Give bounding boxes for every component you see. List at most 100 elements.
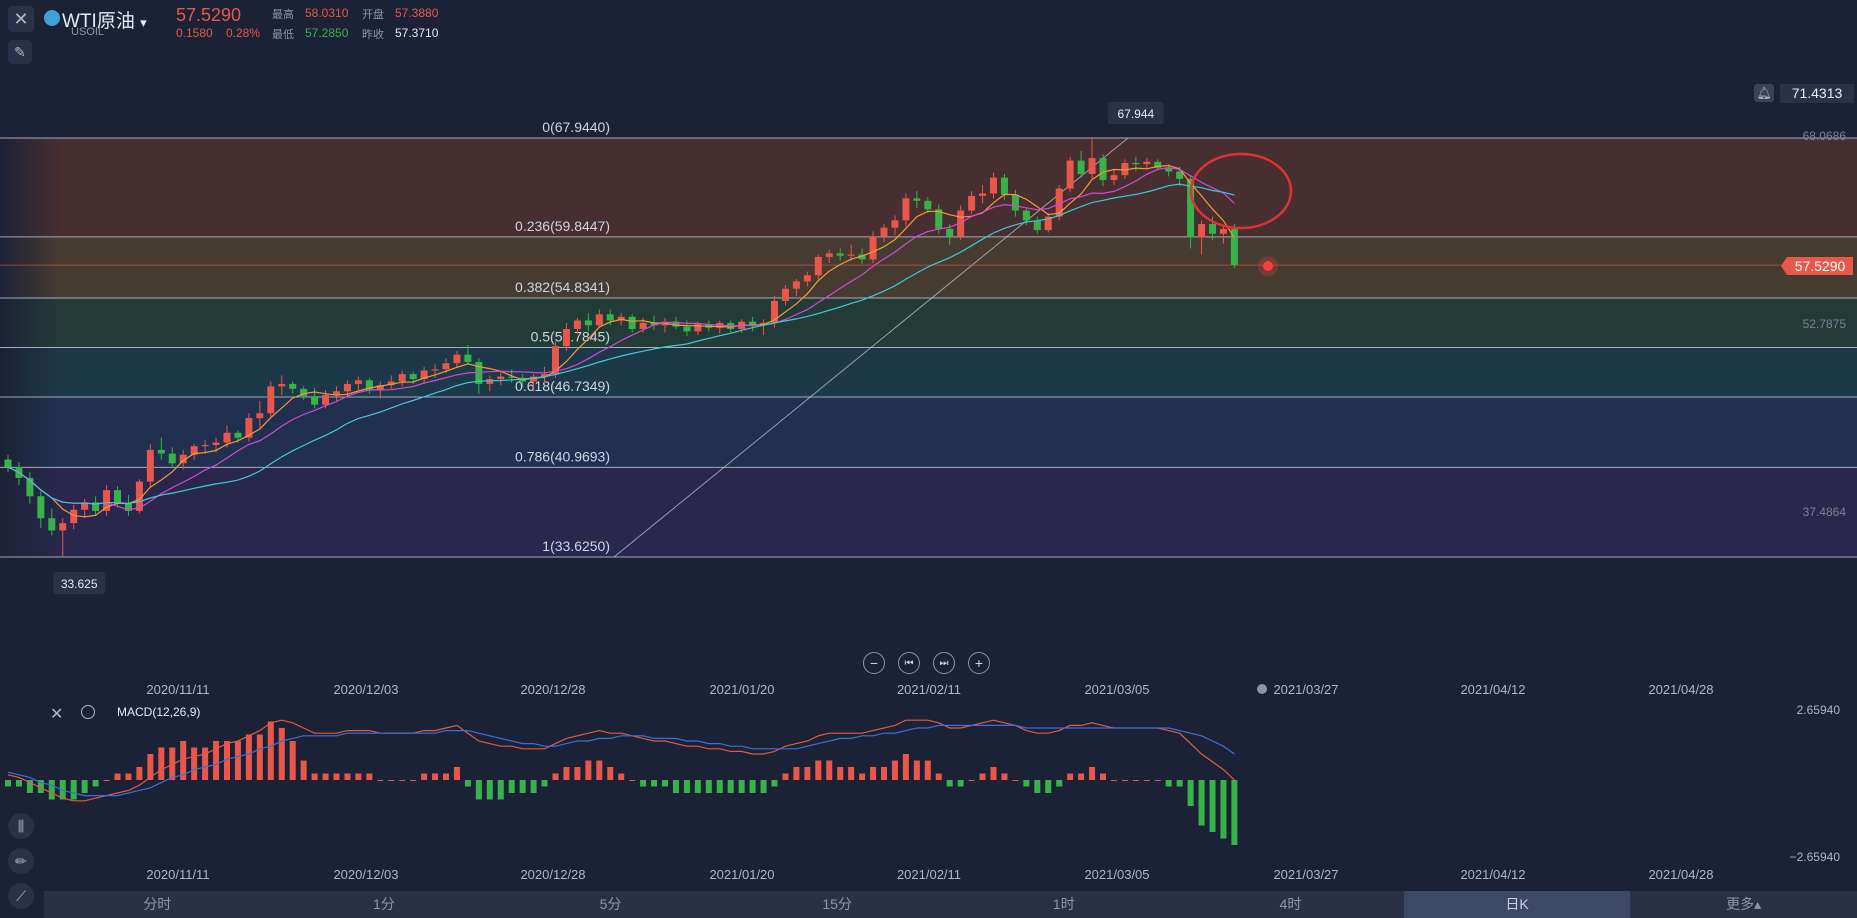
macd-bar (377, 780, 384, 781)
tab-timeframe-7[interactable]: 更多▴ (1630, 891, 1857, 918)
close-macd-icon[interactable]: ✕ (50, 704, 63, 724)
candle-body (1110, 175, 1118, 181)
candle-body (1219, 228, 1227, 234)
tab-timeframe-2[interactable]: 5分 (497, 891, 724, 918)
candle-body (1099, 158, 1107, 181)
skip-back-icon[interactable]: ⏮ (898, 652, 920, 674)
macd-bar (125, 773, 132, 780)
macd-bar (103, 780, 110, 781)
candle-body (322, 394, 330, 405)
tab-timeframe-4[interactable]: 1时 (951, 891, 1178, 918)
macd-bar (607, 767, 614, 780)
macd-x-axis-label: 2021/01/20 (709, 867, 774, 882)
jump-end-glyph: ⏭ (939, 657, 949, 669)
candle-body (114, 490, 121, 504)
macd-bar (136, 767, 143, 780)
macd-bar (968, 780, 975, 781)
macd-bar (1023, 780, 1030, 787)
macd-bottom-label: −2.65940 (1790, 850, 1841, 864)
macd-bar (793, 767, 800, 780)
macd-bar (815, 760, 822, 780)
plus-icon[interactable]: + (968, 652, 990, 674)
macd-bar (432, 773, 439, 780)
tab-timeframe-0[interactable]: 分时 (44, 891, 271, 918)
macd-bar (519, 780, 526, 793)
macd-x-axis-label: 2021/02/11 (897, 867, 961, 882)
open-value: 57.3880 (395, 6, 439, 20)
macd-bar (870, 767, 877, 780)
candle-body (562, 328, 570, 347)
tab-timeframe-3[interactable]: 15分 (724, 891, 951, 918)
candle-body (990, 177, 997, 194)
macd-bar (848, 767, 855, 780)
macd-bar (497, 780, 504, 800)
fib-band (0, 347, 1857, 397)
candle-body (946, 228, 954, 237)
macd-bar (662, 780, 668, 787)
price-tick: 68.0686 (1803, 129, 1847, 143)
candle-body (442, 363, 450, 370)
candle-body (913, 198, 921, 201)
macd-bar (716, 780, 723, 793)
candle-body (902, 198, 910, 221)
candle-body (453, 354, 461, 364)
candle-indicator-icon[interactable]: ⫼ (8, 813, 34, 839)
candle-body (1011, 194, 1019, 211)
chevron-down-icon[interactable]: ▾ (140, 15, 147, 30)
tab-timeframe-5[interactable]: 4时 (1177, 891, 1404, 918)
x-axis-label: 2021/02/11 (897, 682, 961, 697)
instrument-icon (44, 10, 60, 26)
zoom-out-glyph: − (869, 655, 879, 671)
x-axis-label: 2020/12/28 (520, 682, 585, 697)
pencil-icon[interactable]: ✏︎ (8, 848, 34, 874)
candle-body (1077, 160, 1085, 174)
macd-bar (421, 773, 428, 780)
gear-icon[interactable] (81, 705, 95, 719)
fib-label: 0.236(59.8447) (515, 218, 610, 234)
macd-bar (760, 780, 767, 793)
macd-bar (1165, 780, 1172, 787)
fib-band (0, 138, 1857, 237)
macd-bar (859, 773, 866, 780)
macd-bar (891, 760, 898, 780)
macd-bar (1078, 773, 1085, 780)
macd-x-axis-label: 2021/04/12 (1460, 867, 1525, 882)
macd-bar (486, 780, 493, 800)
macd-bar (924, 760, 931, 780)
trend-line-icon[interactable]: ⟋ (8, 883, 34, 909)
ruler-pen-icon[interactable]: ✎ (8, 40, 32, 64)
macd-bar (1034, 780, 1041, 793)
chart-window: 0(67.9440) 0.236(59.8447) 0.382(54.8341) 0.… (0, 0, 1857, 918)
candle-body (803, 275, 811, 282)
macd-title: MACD(12,26,9) (117, 705, 201, 719)
macd-bar (1121, 780, 1128, 781)
candle-body (278, 383, 286, 387)
tab-timeframe-1[interactable]: 1分 (271, 891, 498, 918)
x-axis-label: 2021/04/28 (1648, 682, 1713, 697)
tab-timeframe-6[interactable]: 日K (1403, 891, 1631, 918)
bell-icon[interactable]: 🔔︎ (1754, 84, 1774, 102)
macd-bar (5, 780, 11, 787)
candle-body (584, 320, 592, 326)
candle-body (1022, 210, 1030, 221)
skip-forward-icon[interactable]: ⏭ (933, 652, 955, 674)
close-icon[interactable]: ✕ (8, 6, 34, 32)
low-label-text: 33.625 (61, 577, 98, 591)
minus-icon[interactable]: − (863, 652, 885, 674)
candle-body (792, 281, 800, 289)
macd-bar (410, 780, 417, 781)
price-chart[interactable]: 0(67.9440) 0.236(59.8447) 0.382(54.8341) 0.… (0, 0, 1857, 918)
candle-body (552, 346, 559, 375)
candle-body (1198, 224, 1206, 238)
macd-bar (15, 780, 22, 787)
macd-bar (158, 747, 165, 780)
macd-bar (399, 780, 406, 781)
macd-bar (1056, 780, 1063, 787)
macd-bar (1231, 780, 1238, 845)
alarm-price-label[interactable]: 71.4313 (1780, 84, 1854, 103)
macd-bar (322, 773, 329, 780)
macd-bar (213, 741, 220, 780)
macd-bar (245, 734, 252, 780)
price-change: 0.1580 (176, 26, 213, 40)
current-price-tag-text: 57.5290 (1795, 258, 1846, 274)
